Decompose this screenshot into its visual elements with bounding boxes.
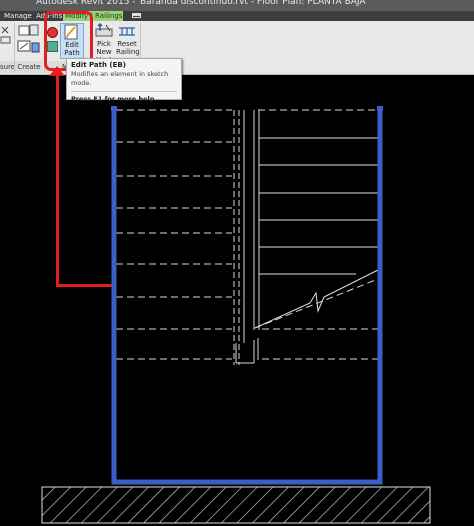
pick-host-icon bbox=[95, 23, 113, 37]
app-title: Autodesk Revit 2015 - bbox=[36, 0, 136, 7]
panel-measure-label: sure bbox=[0, 61, 16, 73]
measure-icon bbox=[0, 26, 11, 44]
reset-railing-icon bbox=[119, 27, 135, 36]
reset-railing-button[interactable]: Reset Railing bbox=[116, 23, 140, 56]
railing-break-marker: . bbox=[239, 295, 241, 303]
drawing-canvas[interactable]: . bbox=[0, 75, 474, 526]
panel-create-label: Create bbox=[15, 61, 43, 73]
document-title: Baranda discontinuo.rvt - Floor Plan: PL… bbox=[140, 0, 366, 7]
measure-button[interactable] bbox=[0, 23, 12, 48]
create-similar-icon bbox=[17, 24, 40, 53]
title-bar: Autodesk Revit 2015 - Baranda discontinu… bbox=[0, 0, 474, 11]
panel-toggle-icon[interactable] bbox=[132, 13, 141, 18]
create-tools-button[interactable] bbox=[16, 23, 42, 58]
hatched-wall bbox=[41, 486, 431, 524]
railing-path[interactable] bbox=[111, 108, 383, 485]
tab-manage[interactable]: Manage bbox=[2, 11, 34, 21]
stair-stringer bbox=[233, 110, 260, 365]
tooltip-title: Edit Path (EB) bbox=[71, 61, 126, 69]
reset-railing-label: Reset Railing bbox=[116, 40, 140, 56]
hidden-tread-lines bbox=[116, 109, 379, 360]
stair-treads bbox=[254, 137, 379, 329]
